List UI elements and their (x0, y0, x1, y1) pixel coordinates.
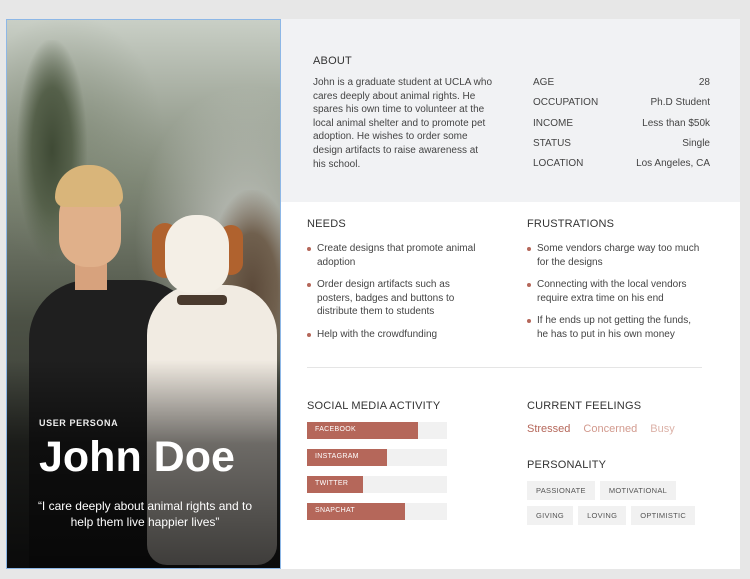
stat-location: LOCATION Los Angeles, CA (533, 158, 710, 170)
social-bar-facebook: FACEBOOK (307, 422, 447, 439)
frustrations-heading: FRUSTRATIONS (527, 218, 615, 230)
persona-label: USER PERSONA (39, 418, 119, 428)
stat-income: INCOME Less than $50k (533, 117, 710, 129)
feeling-stressed: Stressed (527, 423, 571, 435)
social-bars: FACEBOOK INSTAGRAM TWITTER SNAPCHAT (307, 422, 447, 530)
frustrations-list: Some vendors charge way too much for the… (527, 242, 702, 351)
section-divider (307, 367, 702, 368)
list-item: Some vendors charge way too much for the… (527, 242, 702, 269)
persona-photo-panel: USER PERSONA John Doe “I care deeply abo… (6, 19, 281, 569)
list-item: Connecting with the local vendors requir… (527, 278, 702, 305)
about-text: John is a graduate student at UCLA who c… (313, 77, 493, 170)
persona-name: John Doe (39, 433, 235, 481)
about-heading: ABOUT (313, 55, 352, 67)
feelings-heading: CURRENT FEELINGS (527, 400, 642, 412)
list-item: If he ends up not getting the funds, he … (527, 314, 702, 341)
social-bar-instagram: INSTAGRAM (307, 449, 447, 466)
list-item: Help with the crowdfunding (307, 328, 482, 342)
stat-age: AGE 28 (533, 77, 710, 88)
personality-tag: OPTIMISTIC (631, 506, 696, 525)
stat-status: STATUS Single (533, 137, 710, 149)
personality-tag: PASSIONATE (527, 481, 595, 500)
about-panel: ABOUT John is a graduate student at UCLA… (281, 19, 740, 202)
stat-occupation: OCCUPATION Ph.D Student (533, 97, 710, 109)
personality-heading: PERSONALITY (527, 459, 607, 471)
persona-quote: “I care deeply about animal rights and t… (37, 499, 253, 529)
list-item: Create designs that promote animal adopt… (307, 242, 482, 269)
feeling-concerned: Concerned (583, 423, 638, 435)
social-heading: SOCIAL MEDIA ACTIVITY (307, 400, 441, 412)
personality-tag: GIVING (527, 506, 574, 525)
social-bar-twitter: TWITTER (307, 476, 447, 493)
feeling-busy: Busy (650, 423, 675, 435)
list-item: Order design artifacts such as posters, … (307, 278, 482, 319)
stats-list: AGE 28 OCCUPATION Ph.D Student INCOME Less … (533, 77, 710, 178)
personality-tag: LOVING (578, 506, 627, 525)
social-bar-snapchat: SNAPCHAT (307, 503, 447, 520)
feelings-list: Stressed Concerned Busy (527, 423, 675, 435)
personality-tag: MOTIVATIONAL (599, 481, 677, 500)
needs-list: Create designs that promote animal adopt… (307, 242, 482, 351)
personality-tags: PASSIONATE MOTIVATIONAL GIVING LOVING OP… (527, 481, 712, 525)
needs-heading: NEEDS (307, 218, 346, 230)
